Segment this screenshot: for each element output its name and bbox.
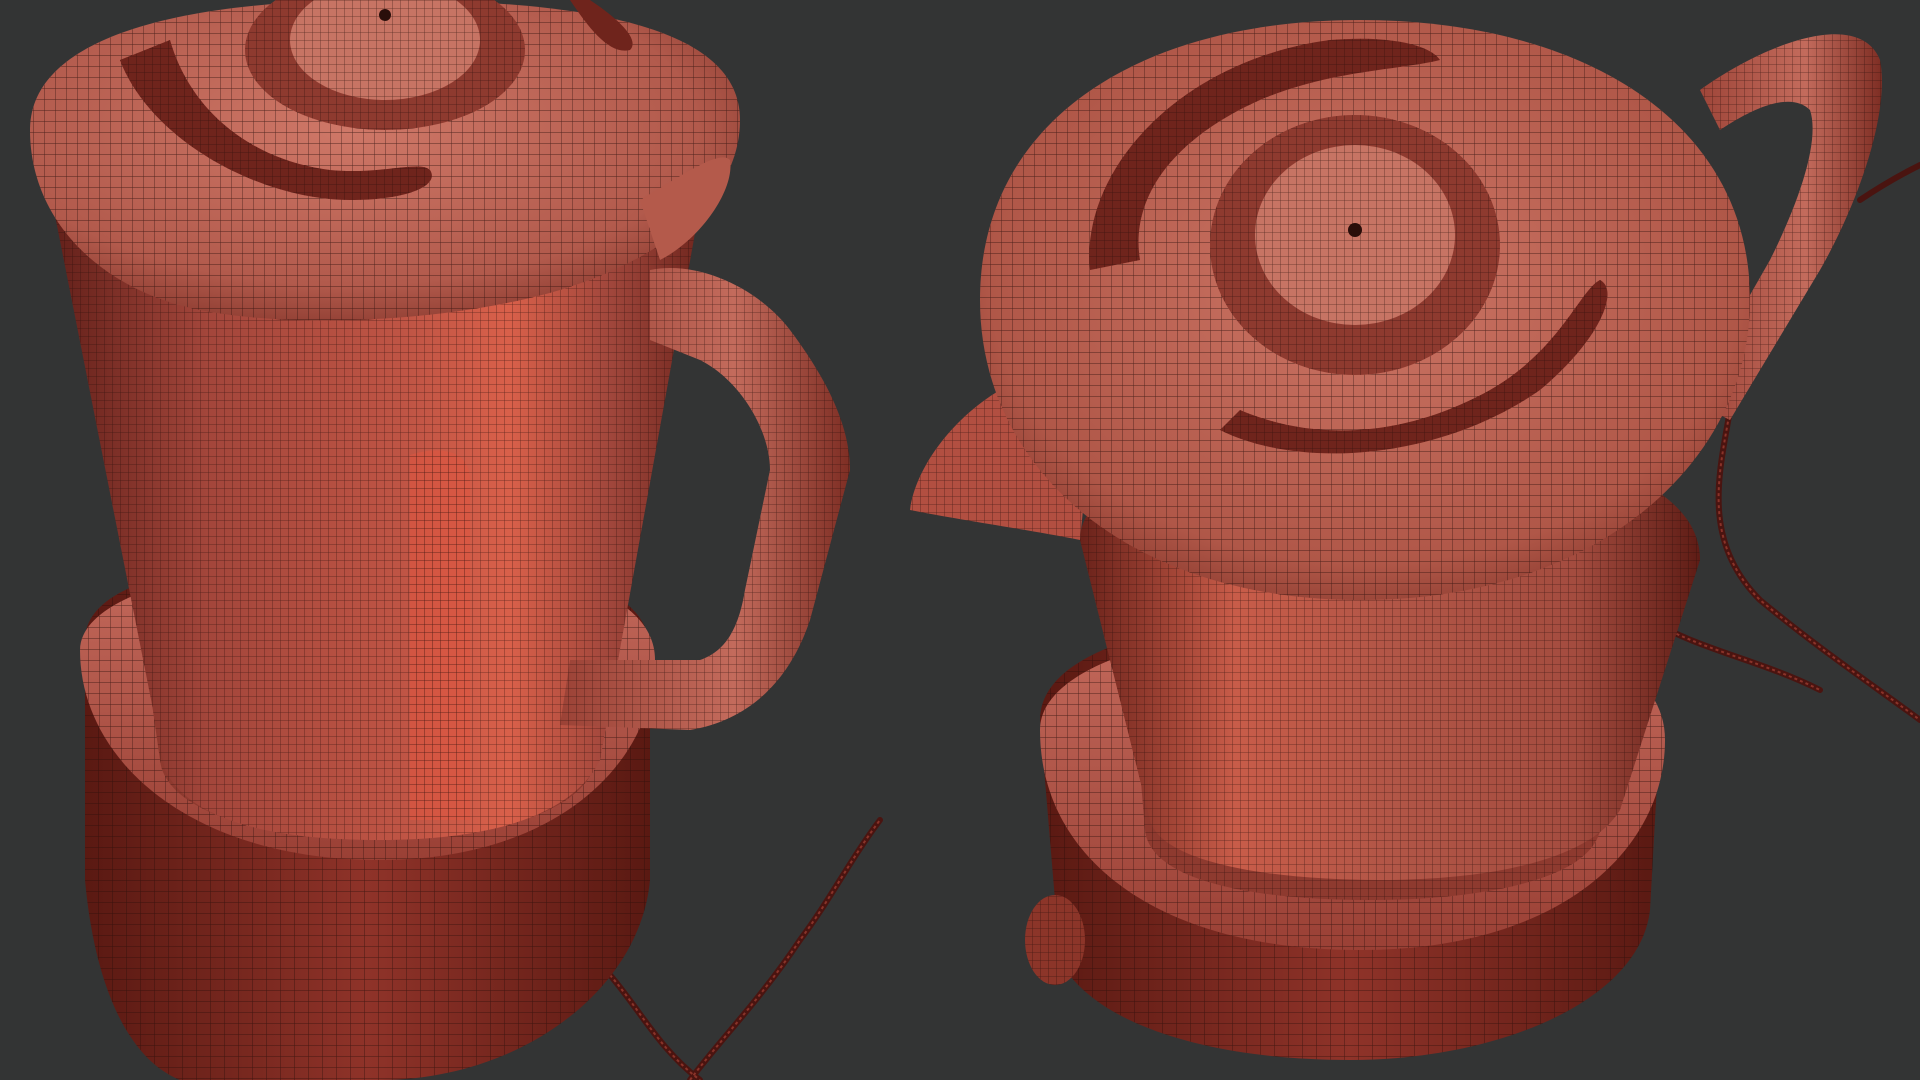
blender-front-view	[30, 0, 883, 1080]
render-canvas	[30, 0, 1920, 1080]
blender-top-view	[910, 20, 1920, 1060]
power-cord	[607, 817, 883, 1080]
